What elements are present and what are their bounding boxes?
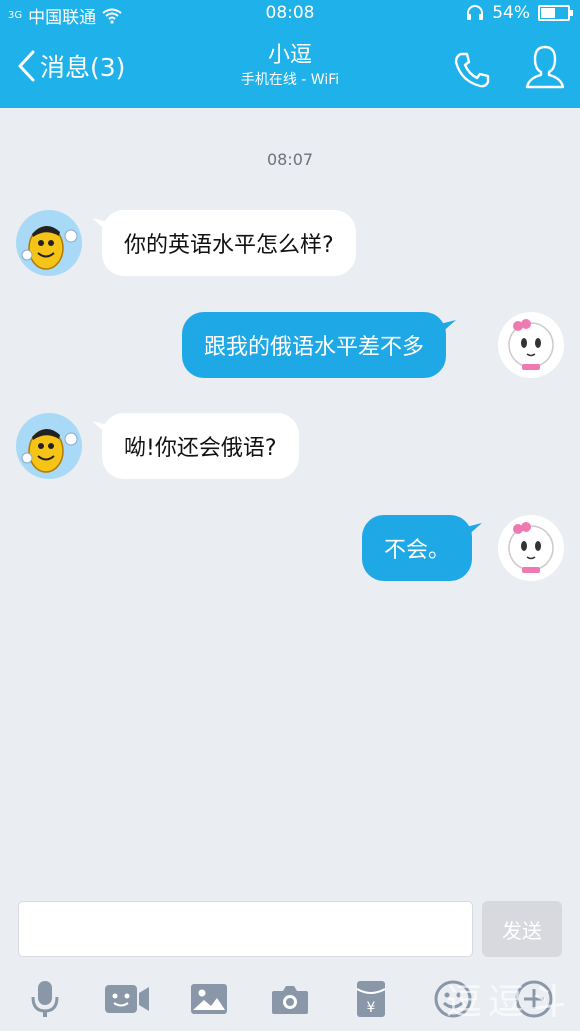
doudou-avatar-icon (21, 428, 78, 473)
message-bubble-received[interactable]: 呦!你还会俄语? (92, 413, 299, 479)
battery-icon (538, 5, 573, 21)
profile-button[interactable] (524, 44, 566, 90)
red-packet-icon: ¥ (356, 981, 386, 1017)
conversation-title: 小逗 手机在线 - WiFi (140, 42, 440, 90)
video-call-button[interactable] (103, 976, 151, 1022)
svg-text:¥: ¥ (367, 1000, 376, 1016)
person-icon (525, 45, 565, 89)
image-icon (191, 984, 227, 1014)
phone-icon (454, 52, 490, 88)
message-input[interactable] (18, 901, 473, 957)
photo-album-button[interactable] (186, 976, 232, 1022)
girl-avatar-icon (508, 319, 554, 370)
message-text: 你的英语水平怎么样? (124, 233, 334, 258)
girl-avatar-icon (508, 522, 554, 573)
back-label: 消息(3) (40, 53, 126, 82)
camera-button[interactable] (267, 976, 313, 1022)
user-avatar[interactable] (498, 312, 564, 378)
message-text: 跟我的俄语水平差不多 (204, 335, 425, 360)
contact-avatar[interactable] (16, 210, 82, 276)
voice-button[interactable] (22, 976, 68, 1022)
message-timestamp: 08:07 (266, 150, 314, 169)
contact-avatar[interactable] (16, 413, 82, 479)
status-bar: 3G 中国联通 08:08 54% (0, 0, 580, 28)
send-button[interactable]: 发送 (482, 901, 562, 957)
watermark: 逗逗斗 (445, 982, 572, 1023)
headset-icon (467, 5, 484, 20)
call-button[interactable] (452, 50, 492, 90)
battery-percent: 54% (492, 3, 530, 23)
back-button[interactable]: 消息(3) (16, 48, 125, 84)
input-toolbar: ¥ 逗逗斗 (0, 970, 580, 1031)
contact-status: 手机在线 - WiFi (240, 72, 340, 88)
message-text: 呦!你还会俄语? (124, 436, 277, 461)
microphone-icon (31, 981, 59, 1017)
camera-icon (272, 986, 308, 1014)
title-bar: 3G 中国联通 08:08 54% 消息(3) 小逗 手机在线 - WiFi (0, 0, 580, 108)
message-text: 不会。 (384, 538, 451, 563)
contact-name: 小逗 (267, 43, 312, 68)
message-bubble-received[interactable]: 你的英语水平怎么样? (92, 210, 356, 276)
chevron-left-icon (18, 50, 35, 82)
red-packet-button[interactable]: ¥ (348, 976, 394, 1022)
video-icon (105, 985, 149, 1013)
user-avatar[interactable] (498, 515, 564, 581)
message-bubble-sent[interactable]: 不会。 (362, 515, 483, 581)
doudou-avatar-icon (21, 225, 78, 270)
message-bubble-sent[interactable]: 跟我的俄语水平差不多 (182, 312, 457, 378)
